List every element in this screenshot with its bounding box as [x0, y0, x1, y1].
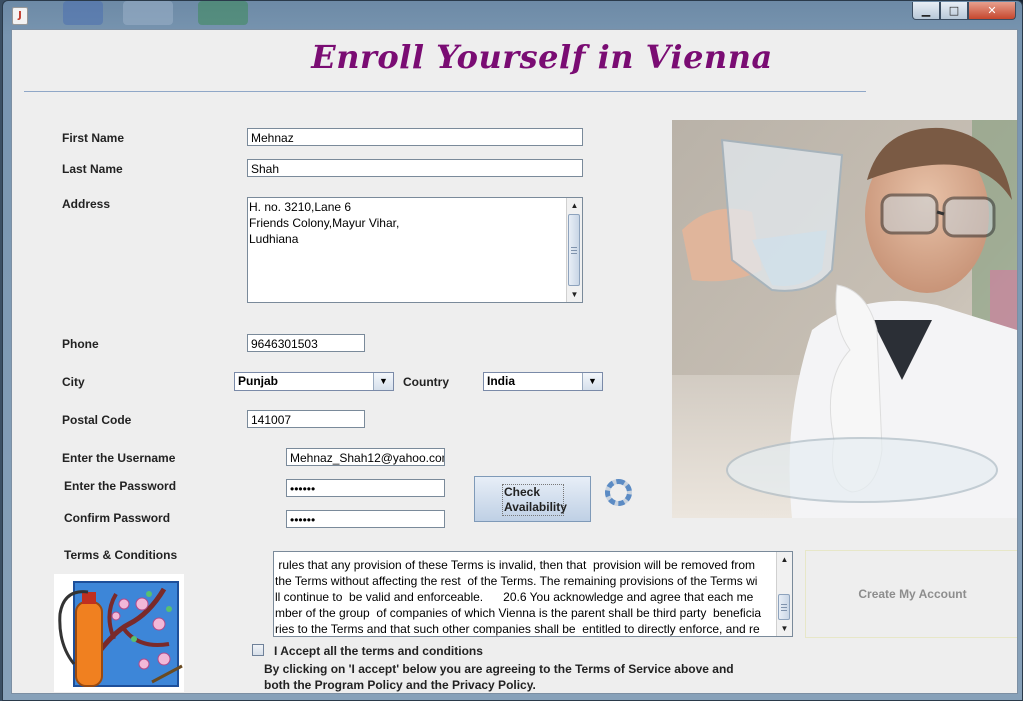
- accept-terms-label[interactable]: I Accept all the terms and conditions: [274, 644, 483, 658]
- postal-code-label: Postal Code: [62, 413, 132, 427]
- scientist-photo: [672, 120, 1017, 518]
- address-scrollbar[interactable]: ▲ ▼: [566, 198, 582, 302]
- terms-textarea[interactable]: rules that any provision of these Terms …: [273, 551, 793, 637]
- password-label: Enter the Password: [64, 479, 177, 493]
- city-label: City: [62, 375, 85, 389]
- username-field[interactable]: Mehnaz_Shah12@yahoo.com: [286, 448, 445, 466]
- chevron-down-icon[interactable]: ▼: [373, 373, 393, 390]
- postal-code-field[interactable]: 141007: [247, 410, 365, 428]
- phone-field[interactable]: 9646301503: [247, 334, 365, 352]
- minimize-button[interactable]: ▁: [912, 2, 940, 20]
- country-label: Country: [403, 375, 449, 389]
- scroll-down-icon[interactable]: ▼: [567, 287, 582, 302]
- confirm-password-field[interactable]: ••••••: [286, 510, 445, 528]
- window-controls: ▁ □ ✕: [912, 2, 1016, 20]
- address-textarea[interactable]: H. no. 3210,Lane 6 Friends Colony,Mayur …: [247, 197, 583, 303]
- maximize-button[interactable]: □: [940, 2, 968, 20]
- scroll-up-icon[interactable]: ▲: [777, 552, 792, 567]
- java-icon[interactable]: J: [12, 7, 28, 25]
- terms-label: Terms & Conditions: [64, 548, 178, 562]
- agreement-note: By clicking on 'I accept' below you are …: [264, 661, 734, 693]
- confirm-password-label: Confirm Password: [64, 511, 171, 525]
- taskbar-ghost-icon: [198, 1, 248, 25]
- username-label: Enter the Username: [62, 451, 176, 465]
- last-name-label: Last Name: [62, 162, 123, 176]
- app-window: J ▁ □ ✕ Enroll Yourself in Vienna First …: [2, 0, 1023, 701]
- terms-scrollbar[interactable]: ▲ ▼: [776, 552, 792, 636]
- form-title: Enroll Yourself in Vienna: [311, 38, 773, 76]
- country-select-value: India: [487, 374, 516, 388]
- first-name-field[interactable]: Mehnaz: [247, 128, 583, 146]
- accept-terms-checkbox[interactable]: [252, 644, 264, 656]
- check-availability-label-line2: Availability: [504, 500, 567, 514]
- create-account-button[interactable]: Create My Account: [805, 550, 1017, 638]
- title-bar[interactable]: J ▁ □ ✕: [3, 1, 1022, 29]
- address-label: Address: [62, 197, 111, 211]
- enrollment-form-panel: Enroll Yourself in Vienna First Name Meh…: [11, 29, 1018, 694]
- address-text: H. no. 3210,Lane 6 Friends Colony,Mayur …: [249, 200, 400, 246]
- check-availability-label-line1: Check: [504, 485, 541, 499]
- last-name-field[interactable]: Shah: [247, 159, 583, 177]
- country-select[interactable]: India ▼: [483, 372, 603, 391]
- agreement-note-line2: both the Program Policy and the Privacy …: [264, 678, 536, 692]
- chevron-down-icon[interactable]: ▼: [582, 373, 602, 390]
- phone-label: Phone: [62, 337, 99, 351]
- title-divider: [24, 91, 866, 92]
- scroll-thumb[interactable]: [778, 594, 790, 620]
- close-button[interactable]: ✕: [968, 2, 1016, 20]
- scroll-up-icon[interactable]: ▲: [567, 198, 582, 213]
- loading-spinner-icon: [605, 479, 632, 506]
- agreement-note-line1: By clicking on 'I accept' below you are …: [264, 662, 734, 676]
- check-availability-button[interactable]: Check Availability: [474, 476, 591, 522]
- city-select-value: Punjab: [238, 374, 279, 388]
- terms-text: rules that any provision of these Terms …: [275, 558, 762, 636]
- taskbar-ghost-icon: [123, 1, 173, 25]
- password-field[interactable]: ••••••: [286, 479, 445, 497]
- first-name-label: First Name: [62, 131, 125, 145]
- clipart-image: [54, 574, 184, 692]
- scroll-down-icon[interactable]: ▼: [777, 621, 792, 636]
- taskbar-ghost-icon: [63, 1, 103, 25]
- scroll-thumb[interactable]: [568, 214, 580, 286]
- city-select[interactable]: Punjab ▼: [234, 372, 394, 391]
